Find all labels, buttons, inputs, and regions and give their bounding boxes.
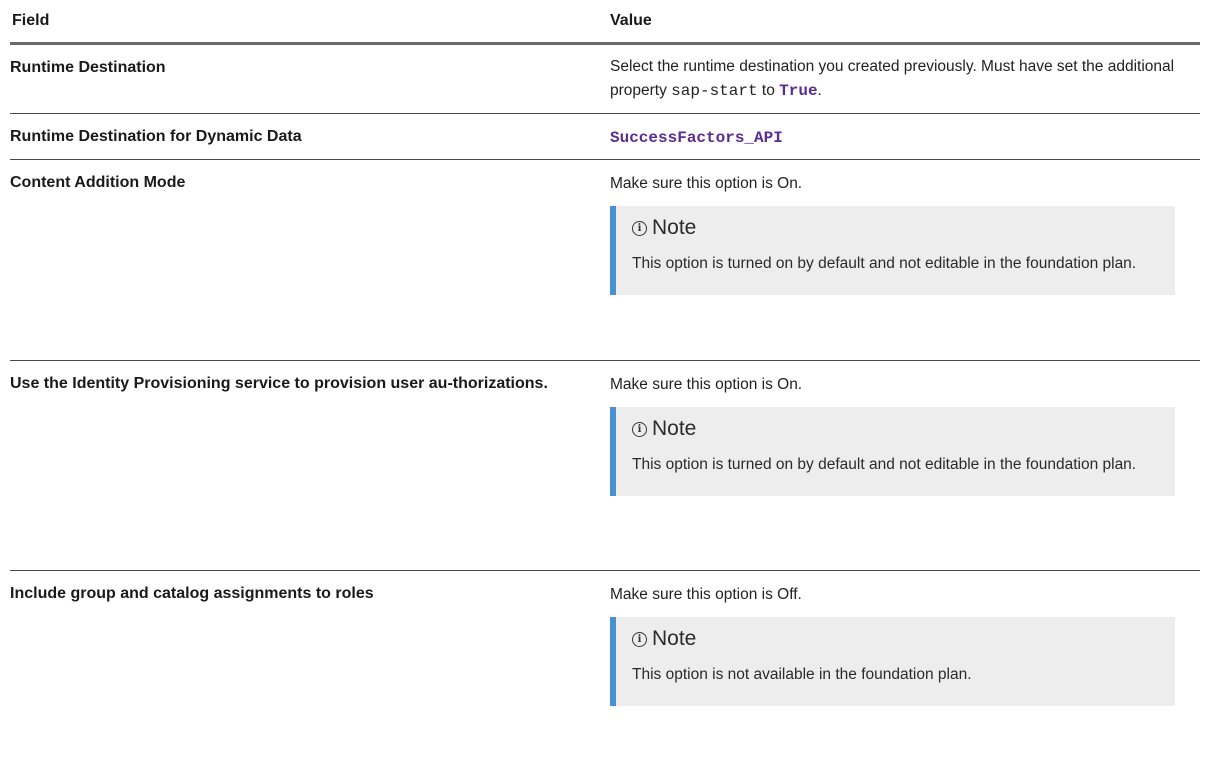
note-box: i Note This option is not available in t… — [610, 617, 1175, 706]
note-box: i Note This option is turned on by defau… — [610, 206, 1175, 295]
note-text: This option is turned on by default and … — [632, 255, 1137, 272]
settings-table: Field Value Runtime Destination Select t… — [10, 0, 1200, 751]
info-icon: i — [632, 220, 647, 236]
note-text: This option is turned on by default and … — [632, 456, 1137, 473]
note-header: i Note — [632, 216, 1159, 240]
table-row: Include group and catalog assignments to… — [10, 571, 1200, 751]
value-text: Make sure this option is On. — [610, 376, 803, 393]
value-text: Make sure this option is On. — [610, 175, 803, 192]
note-header: i Note — [632, 417, 1159, 441]
note-title: Note — [652, 216, 697, 239]
value-text: to — [757, 82, 780, 99]
field-cell: Runtime Destination — [10, 59, 166, 76]
info-icon: i — [632, 421, 647, 437]
value-cell: Select the runtime destination you creat… — [610, 45, 1200, 113]
value-text: Make sure this option is Off. — [610, 586, 802, 603]
field-cell: Runtime Destination for Dynamic Data — [10, 128, 302, 145]
value-text: . — [817, 82, 822, 99]
note-box: i Note This option is turned on by defau… — [610, 407, 1175, 496]
table-row: Runtime Destination Select the runtime d… — [10, 45, 1200, 114]
note-text: This option is not available in the foun… — [632, 666, 972, 683]
table-row: Content Addition Mode Make sure this opt… — [10, 160, 1200, 361]
value-cell: SuccessFactors_API — [610, 114, 1200, 159]
note-title: Note — [652, 627, 697, 650]
header-value: Value — [610, 12, 652, 29]
header-field: Field — [12, 12, 50, 29]
info-icon: i — [632, 631, 647, 647]
table-header: Field Value — [10, 0, 1200, 45]
note-header: i Note — [632, 627, 1159, 651]
field-cell: Use the Identity Provisioning service to… — [10, 375, 548, 392]
value-cell: Make sure this option is Off. i Note Thi… — [610, 571, 1200, 751]
value-cell: Make sure this option is On. i Note This… — [610, 160, 1200, 360]
note-title: Note — [652, 417, 697, 440]
field-cell: Include group and catalog assignments to… — [10, 585, 374, 602]
code-text: SuccessFactors_API — [610, 129, 783, 147]
table-row: Runtime Destination for Dynamic Data Suc… — [10, 114, 1200, 160]
value-cell: Make sure this option is On. i Note This… — [610, 361, 1200, 570]
table-row: Use the Identity Provisioning service to… — [10, 361, 1200, 571]
code-text: sap-start — [671, 82, 758, 100]
field-cell: Content Addition Mode — [10, 174, 186, 191]
code-text: True — [779, 82, 818, 100]
